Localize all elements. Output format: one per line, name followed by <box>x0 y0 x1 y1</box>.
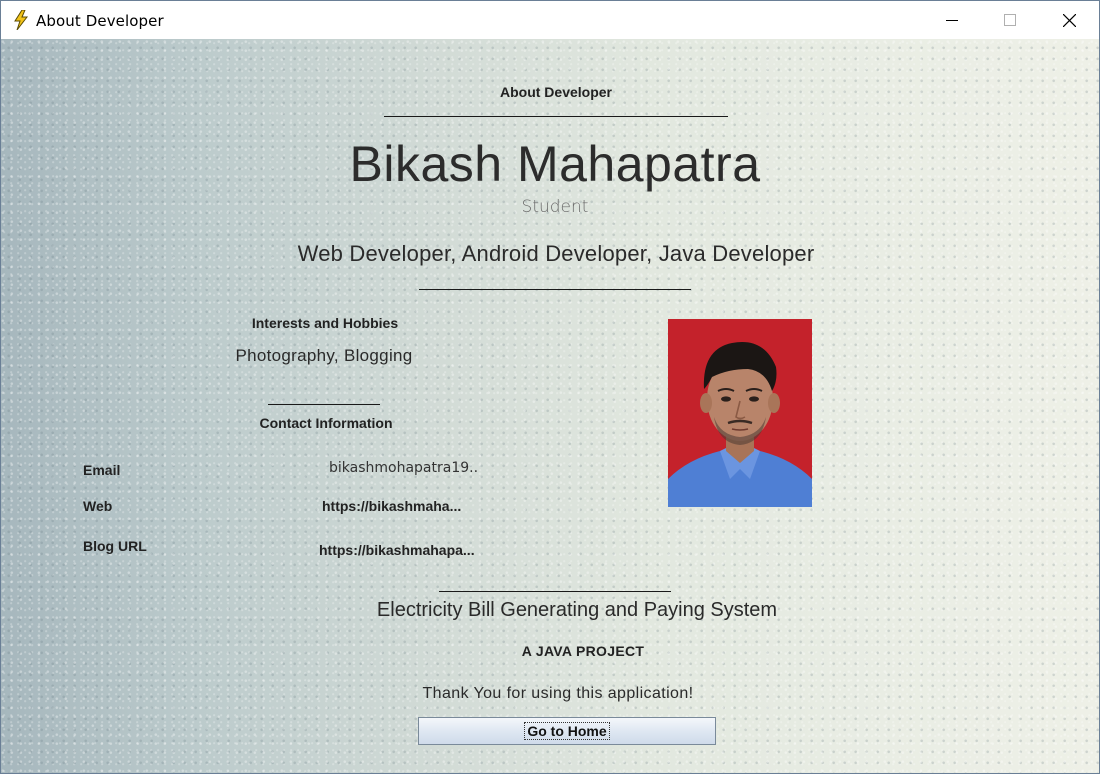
project-subtitle: A JAVA PROJECT <box>521 643 645 659</box>
web-label: Web <box>83 498 113 514</box>
about-heading: About Developer <box>499 84 613 100</box>
interests-value: Photography, Blogging <box>235 346 413 365</box>
developer-role: Student <box>521 197 589 217</box>
project-title: Electricity Bill Generating and Paying S… <box>376 599 778 621</box>
lightning-bolt-icon <box>14 10 29 30</box>
title-bar[interactable]: About Developer <box>1 1 1099 39</box>
thank-you-message: Thank You for using this application! <box>422 685 694 702</box>
divider-top <box>384 116 728 117</box>
maximize-button[interactable] <box>981 1 1039 39</box>
interests-heading: Interests and Hobbies <box>251 315 399 331</box>
minimize-icon <box>946 20 958 21</box>
contact-heading: Contact Information <box>259 415 393 431</box>
developer-skills: Web Developer, Android Developer, Java D… <box>297 241 815 266</box>
maximize-icon <box>1004 14 1016 26</box>
window-title: About Developer <box>36 12 164 30</box>
divider-skills <box>419 289 691 290</box>
divider-interests <box>268 404 380 405</box>
developer-photo <box>668 319 812 507</box>
divider-project <box>439 591 671 592</box>
go-to-home-label: Go to Home <box>524 722 610 740</box>
developer-name: Bikash Mahapatra <box>349 136 761 192</box>
web-link[interactable]: https://bikashmaha... <box>322 498 461 514</box>
email-label: Email <box>83 462 121 478</box>
close-button[interactable] <box>1040 1 1098 39</box>
go-to-home-button[interactable]: Go to Home <box>418 717 716 745</box>
close-icon <box>1062 13 1076 27</box>
email-value: bikashmohapatra19.. <box>329 460 479 476</box>
portrait-image <box>668 319 812 507</box>
minimize-button[interactable] <box>923 1 981 39</box>
about-developer-window: About Developer About Developer Bikash M… <box>0 0 1100 774</box>
blog-url-link[interactable]: https://bikashmahapa... <box>319 542 475 558</box>
blog-url-label: Blog URL <box>83 538 147 554</box>
